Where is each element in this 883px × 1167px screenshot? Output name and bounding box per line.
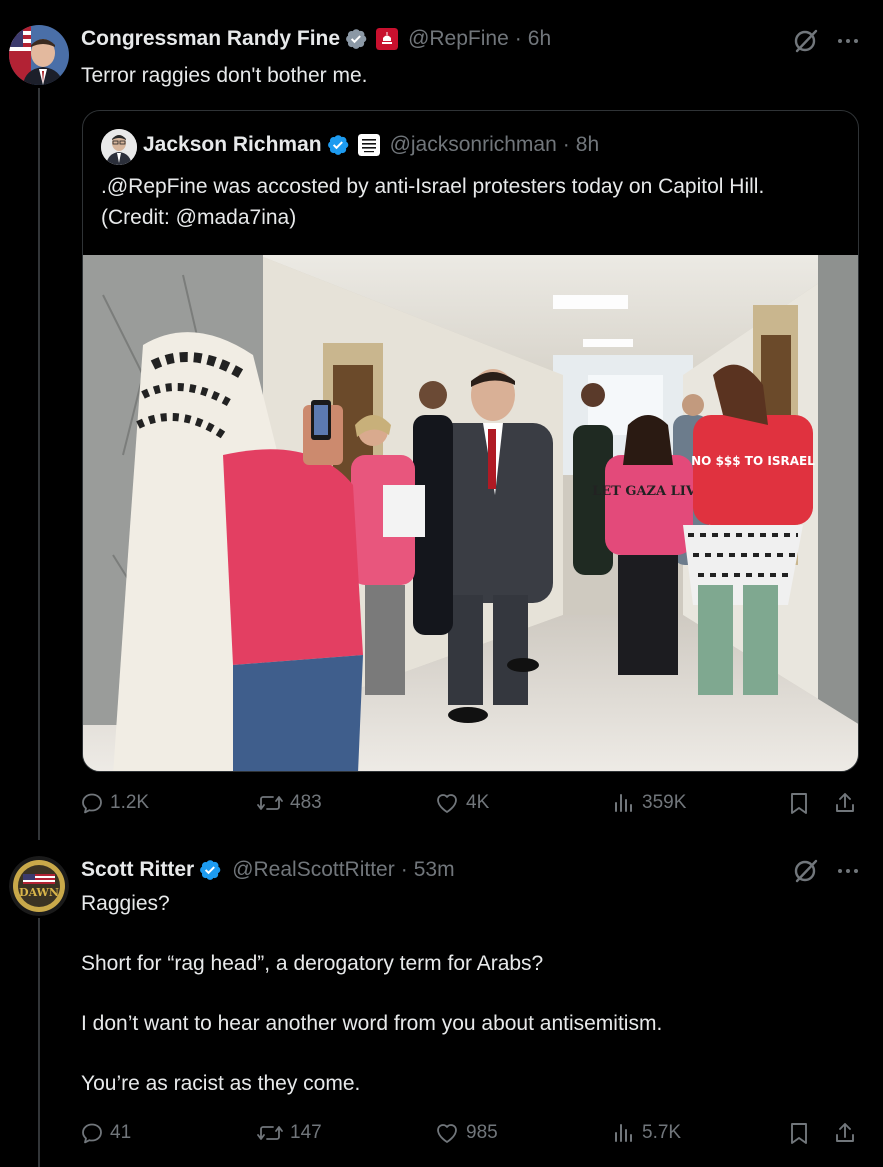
shirt-text-no-money-to-israel: NO $$$ TO ISRAEL <box>691 454 815 468</box>
timestamp[interactable]: 6h <box>528 27 551 51</box>
reply-count: 41 <box>110 1122 132 1143</box>
repost-icon <box>257 796 283 810</box>
quoted-tweet-photo[interactable]: LET GAZA LIVE NO $$$ TO ISRAEL <box>83 255 858 771</box>
tweet-paragraph-1: Raggies? <box>81 892 170 915</box>
separator-dot: · <box>400 858 408 881</box>
reply-button[interactable]: 41 <box>80 1116 131 1150</box>
quoted-timestamp[interactable]: 8h <box>576 133 599 157</box>
like-icon <box>437 1124 457 1143</box>
verified-badge-icon <box>200 860 221 880</box>
views-icon <box>615 794 632 812</box>
repost-count: 483 <box>290 792 322 813</box>
reply-count: 1.2K <box>110 792 150 813</box>
tweet-scott-ritter[interactable]: DAWN Scott Ritter @RealScottRitter · 53m… <box>0 840 883 1167</box>
view-count: 5.7K <box>642 1122 682 1143</box>
repost-button[interactable]: 147 <box>256 1116 322 1150</box>
verified-badge-icon <box>346 29 367 49</box>
share-icon <box>836 1123 854 1142</box>
quoted-tweet-header: Jackson Richman @jacksonrichman · 8h <box>143 133 599 157</box>
tweet-randy-fine[interactable]: Congressman Randy Fine @RepFine · 6h Ter… <box>0 0 883 840</box>
more-icon[interactable] <box>837 860 859 882</box>
thread-line <box>38 88 40 840</box>
thread-line <box>38 918 40 1167</box>
share-icon <box>836 793 854 812</box>
like-icon <box>437 794 457 813</box>
tweet-paragraph-3: I don’t want to hear another word from y… <box>81 1012 663 1035</box>
separator-dot: · <box>562 133 570 156</box>
like-count: 4K <box>466 792 490 813</box>
tweet-action-bar: 41 147 985 5.7K <box>80 1116 860 1150</box>
quoted-author-name[interactable]: Jackson Richman <box>143 133 322 157</box>
more-icon[interactable] <box>837 30 859 52</box>
like-button[interactable]: 4K <box>434 786 489 820</box>
views-button[interactable]: 5.7K <box>612 1116 681 1150</box>
tweet-paragraph-2: Short for “rag head”, a derogatory term … <box>81 952 544 975</box>
quoted-author-handle[interactable]: @jacksonrichman <box>390 133 557 157</box>
author-name[interactable]: Congressman Randy Fine <box>81 27 340 51</box>
timestamp[interactable]: 53m <box>414 858 455 882</box>
avatar-scott-ritter[interactable]: DAWN <box>9 856 69 916</box>
author-name[interactable]: Scott Ritter <box>81 858 194 882</box>
reply-icon <box>82 793 102 814</box>
quoted-tweet-text: .@RepFine was accosted by anti-Israel pr… <box>101 175 765 229</box>
share-button[interactable] <box>833 786 857 820</box>
grok-icon[interactable] <box>793 858 819 884</box>
like-count: 985 <box>466 1122 498 1143</box>
avatar-jackson-richman[interactable] <box>101 129 137 165</box>
tweet-text: Terror raggies don't bother me. <box>81 64 368 87</box>
repost-count: 147 <box>290 1122 322 1143</box>
repost-button[interactable]: 483 <box>256 786 322 820</box>
author-handle[interactable]: @RealScottRitter <box>232 858 395 882</box>
separator-dot: · <box>514 27 522 50</box>
tweet-header: Congressman Randy Fine @RepFine · 6h <box>81 27 551 51</box>
share-button[interactable] <box>833 1116 857 1150</box>
repost-icon <box>257 1126 283 1140</box>
like-button[interactable]: 985 <box>434 1116 498 1150</box>
view-count: 359K <box>642 792 687 813</box>
reply-icon <box>82 1123 102 1144</box>
tweet-action-bar: 1.2K 483 4K 359K <box>80 786 860 820</box>
bookmark-button[interactable] <box>788 1116 810 1150</box>
avatar-randy-fine[interactable] <box>9 25 69 85</box>
bookmark-button[interactable] <box>788 786 810 820</box>
grok-icon[interactable] <box>793 28 819 54</box>
svg-text:DAWN: DAWN <box>19 886 59 899</box>
bookmark-icon <box>791 1123 807 1144</box>
author-handle[interactable]: @RepFine <box>408 27 509 51</box>
dc-times-logo-icon <box>357 134 380 156</box>
hallway-protest-photo: LET GAZA LIVE NO $$$ TO ISRAEL <box>83 255 858 771</box>
tweet-paragraph-4: You’re as racist as they come. <box>81 1072 361 1095</box>
quoted-tweet[interactable]: Jackson Richman @jacksonrichman · 8h .@R… <box>82 110 859 772</box>
house-seal-icon <box>376 28 399 50</box>
views-icon <box>615 1124 632 1142</box>
bookmark-icon <box>791 793 807 814</box>
views-button[interactable]: 359K <box>612 786 686 820</box>
tweet-top-actions <box>793 858 859 884</box>
shirt-text-let-gaza-live: LET GAZA LIVE <box>592 484 706 499</box>
tweet-header: Scott Ritter @RealScottRitter · 53m <box>81 858 455 882</box>
tweet-top-actions <box>793 28 859 54</box>
reply-button[interactable]: 1.2K <box>80 786 149 820</box>
verified-badge-icon <box>327 135 348 155</box>
